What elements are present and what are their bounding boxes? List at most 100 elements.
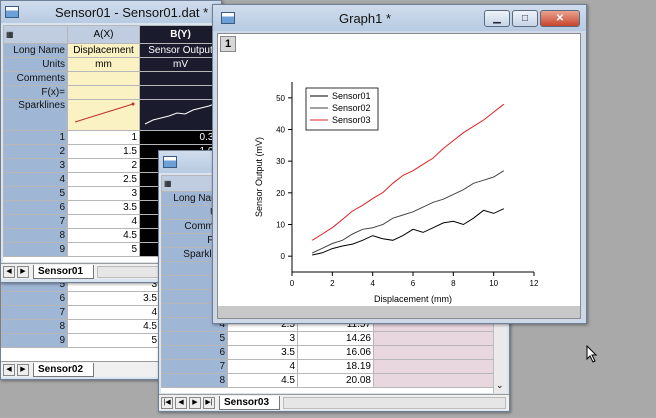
row-number[interactable]: 8 [3, 228, 68, 243]
tab-last-icon[interactable]: ▶| [203, 396, 215, 409]
cell-a[interactable]: 1 [67, 130, 140, 145]
label-cell-b[interactable] [139, 85, 221, 100]
graph1-titlebar[interactable]: Graph1 * ▁ □ ✕ [213, 5, 586, 31]
label-cell-b[interactable] [139, 71, 221, 86]
cell-a[interactable]: 4 [67, 305, 160, 320]
graph1-window[interactable]: Graph1 * ▁ □ ✕ 1 0 2 4 6 8 10 12 0 10 20 30 40 50 Dis… [212, 4, 587, 324]
cell-b[interactable]: 20.08 [297, 373, 374, 388]
y-tick-label: 40 [276, 126, 285, 135]
sheet-tab-sensor03[interactable]: Sensor03 [219, 395, 281, 410]
label-row-header[interactable]: Units [3, 57, 68, 72]
label-row-header[interactable]: Sparklines [3, 99, 68, 131]
sheet-tab-sensor02[interactable]: Sensor02 [33, 362, 95, 377]
label-cell-b[interactable]: mV [139, 57, 221, 72]
maximize-icon[interactable]: □ [512, 9, 538, 27]
legend-entry: Sensor03 [332, 115, 371, 125]
row-number[interactable]: 9 [1, 333, 68, 348]
cell-c[interactable] [373, 331, 493, 346]
cell-a[interactable]: 2.5 [67, 172, 140, 187]
sheet-corner-icon[interactable]: ▦ [3, 25, 68, 44]
label-row: Sparklines [3, 99, 221, 131]
x-tick-label: 2 [330, 279, 335, 288]
cell-a[interactable]: 2 [67, 158, 140, 173]
series-line-sensor01[interactable] [312, 208, 505, 256]
row-number[interactable]: 9 [3, 242, 68, 257]
cell-c[interactable] [373, 345, 493, 360]
cell-a[interactable]: 4.5 [67, 319, 160, 334]
x-tick-label: 6 [411, 279, 416, 288]
row-number[interactable]: 5 [161, 331, 228, 346]
close-icon[interactable]: ✕ [540, 9, 580, 27]
sheet-tab-sensor01[interactable]: Sensor01 [33, 264, 95, 279]
cell-b[interactable]: 0.38 [139, 130, 221, 145]
mouse-cursor-icon [586, 345, 598, 363]
cell-a[interactable]: 3.5 [67, 291, 160, 306]
y-tick-label: 0 [281, 252, 286, 261]
sensor02-tabbar: ◀ ▶ Sensor02 [1, 361, 177, 377]
row-number[interactable]: 8 [161, 373, 228, 388]
cell-a[interactable]: 4 [67, 214, 140, 229]
series-line-sensor02[interactable] [311, 170, 505, 254]
table-row: 95 [1, 333, 177, 348]
cell-a[interactable]: 3 [227, 331, 298, 346]
tab-first-icon[interactable]: |◀ [161, 396, 173, 409]
label-cell-b[interactable]: Sensor Output [139, 43, 221, 58]
cell-a[interactable]: 3.5 [227, 345, 298, 360]
column-header-b[interactable]: B(Y) [139, 25, 221, 44]
line-chart[interactable]: 0 2 4 6 8 10 12 0 10 20 30 40 50 Displacement (mm) Sen… [218, 34, 580, 304]
cell-a[interactable]: 5 [67, 242, 140, 257]
cell-a[interactable]: 4 [227, 359, 298, 374]
tab-prev-icon[interactable]: ◀ [3, 363, 15, 376]
tab-next-icon[interactable]: ▶ [17, 363, 29, 376]
row-number[interactable]: 7 [3, 214, 68, 229]
window-title: Graph1 * [339, 10, 392, 26]
row-number[interactable]: 6 [3, 200, 68, 215]
cell-a[interactable]: 3.5 [67, 200, 140, 215]
cell-a[interactable]: 5 [67, 333, 160, 348]
cell-a[interactable]: 1.5 [67, 144, 140, 159]
cell-a[interactable]: 4.5 [67, 228, 140, 243]
label-row-header[interactable]: F(x)= [3, 85, 68, 100]
row-number[interactable]: 7 [161, 359, 228, 374]
tab-next-icon[interactable]: ▶ [17, 265, 29, 278]
label-row-header[interactable]: Comments [3, 71, 68, 86]
table-row: 6 3.5 [1, 291, 177, 306]
row-number[interactable]: 3 [3, 158, 68, 173]
label-cell-a[interactable] [67, 85, 140, 100]
column-header-a[interactable]: A(X) [67, 25, 140, 44]
tab-prev-icon[interactable]: ◀ [3, 265, 15, 278]
row-number[interactable]: 8 [1, 319, 68, 334]
cell-c[interactable] [373, 359, 493, 374]
cell-b[interactable]: 14.26 [297, 331, 374, 346]
cell-b[interactable]: 16.06 [297, 345, 374, 360]
tab-next-icon[interactable]: ▶ [189, 396, 201, 409]
row-number[interactable]: 2 [3, 144, 68, 159]
label-cell-a[interactable] [67, 71, 140, 86]
horizontal-scrollbar[interactable] [283, 396, 506, 409]
cell-c[interactable] [373, 373, 493, 388]
graph-page[interactable]: 1 0 2 4 6 8 10 12 0 10 20 30 40 50 Displacement (mm) S… [217, 33, 581, 319]
row-number[interactable]: 5 [3, 186, 68, 201]
minimize-icon[interactable]: ▁ [484, 9, 510, 27]
row-number[interactable]: 4 [3, 172, 68, 187]
window-title: Sensor01 - Sensor01.dat * [55, 4, 209, 20]
y-axis-label: Sensor Output (mV) [254, 137, 264, 217]
row-number[interactable]: 1 [3, 130, 68, 145]
label-cell-a[interactable]: mm [67, 57, 140, 72]
tab-prev-icon[interactable]: ◀ [175, 396, 187, 409]
row-number[interactable]: 7 [1, 305, 68, 320]
sensor01-titlebar[interactable]: Sensor01 - Sensor01.dat * [1, 1, 221, 23]
label-cell-b[interactable] [139, 99, 221, 131]
row-number[interactable]: 6 [1, 291, 68, 306]
cell-b[interactable]: 18.19 [297, 359, 374, 374]
table-row: 8 4.5 [1, 319, 177, 334]
label-row-header[interactable]: Long Name [3, 43, 68, 58]
label-cell-a[interactable] [67, 99, 140, 131]
y-tick-label: 50 [276, 94, 285, 103]
label-cell-a[interactable]: Displacement [67, 43, 140, 58]
sensor02-grid[interactable]: 5 3 6 3.5 7 4 8 4.5 9 5 [1, 277, 177, 361]
row-number[interactable]: 6 [161, 345, 228, 360]
cell-a[interactable]: 4.5 [227, 373, 298, 388]
scroll-down-icon[interactable]: ⌄ [496, 380, 504, 391]
cell-a[interactable]: 3 [67, 186, 140, 201]
